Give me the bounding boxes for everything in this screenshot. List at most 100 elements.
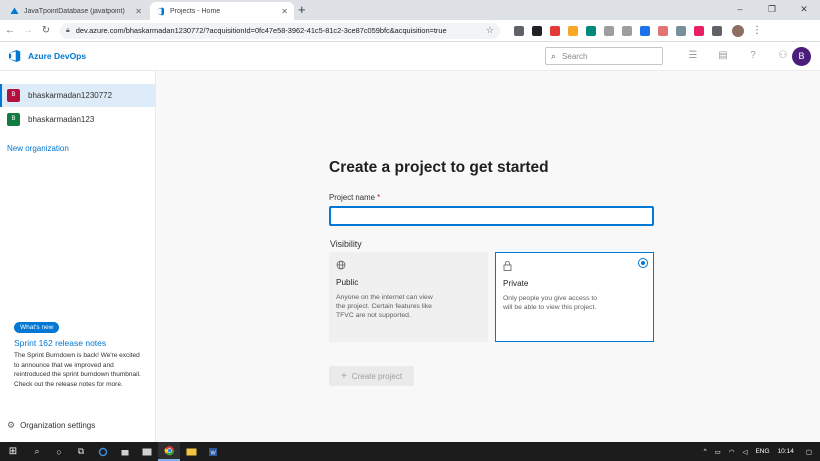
project-name-label: Project name * [329, 193, 380, 202]
ado-header: Azure DevOps ⌕ Search ☰ ▤ ? ⚇ B [0, 42, 820, 71]
network-icon[interactable]: ▭ [715, 448, 721, 456]
whats-new-badge: What's new [14, 322, 60, 333]
user-avatar[interactable]: B [792, 47, 811, 66]
create-project-button[interactable]: + Create project [329, 366, 414, 386]
extension-icons [514, 25, 730, 36]
azure-devops-logo-icon[interactable] [8, 50, 22, 62]
store-icon[interactable] [114, 442, 136, 461]
language-indicator[interactable]: ENG [755, 448, 769, 455]
svg-text:W: W [211, 450, 217, 456]
organization-settings-label: Organization settings [20, 421, 96, 430]
header-icons: ☰ ▤ ? ⚇ [678, 50, 798, 61]
page-title: Create a project to get started [329, 159, 549, 176]
main-content: Create a project to get started Project … [157, 71, 820, 442]
search-icon: ⌕ [551, 50, 557, 61]
search-input[interactable]: ⌕ Search [545, 47, 663, 65]
browser-extension-icon[interactable] [532, 25, 542, 36]
browser-profile-avatar[interactable] [732, 24, 744, 37]
windows-start-icon[interactable]: ⊞ [0, 446, 26, 457]
browser-extension-icon[interactable] [622, 25, 632, 36]
browser-extension-icon[interactable] [604, 25, 614, 36]
visibility-label: Visibility [330, 239, 362, 249]
new-organization-link[interactable]: New organization [7, 144, 69, 153]
sidebar-item-org-2[interactable]: B bhaskarmadan123 [0, 108, 156, 131]
visibility-option-private[interactable]: Private Only people you give access to w… [495, 252, 654, 342]
browser-extension-icon[interactable] [550, 25, 560, 36]
tab-close-icon[interactable]: ✕ [135, 7, 142, 16]
tray-chevron-icon[interactable]: ^ [704, 448, 707, 455]
bookmark-star-icon[interactable]: ☆ [486, 25, 494, 36]
required-mark: * [377, 193, 381, 202]
browser-extension-icon[interactable] [676, 25, 686, 36]
list-icon[interactable]: ☰ [678, 50, 708, 61]
sidebar: B bhaskarmadan1230772 B bhaskarmadan123 … [0, 71, 156, 442]
restore-icon[interactable]: ❐ [756, 0, 788, 20]
bag-icon[interactable]: ▤ [708, 50, 738, 61]
globe-icon [336, 260, 481, 272]
back-arrow-icon[interactable]: ← [2, 25, 18, 36]
azure-devops-favicon-icon [157, 7, 164, 15]
lock-icon: 🔒︎ [66, 26, 70, 34]
plus-icon: + [340, 370, 347, 382]
wifi-icon[interactable]: ◠ [729, 448, 735, 456]
volume-icon[interactable]: ◁ [742, 448, 747, 456]
release-notes-text: The Sprint Burndown is back! We're excit… [14, 352, 141, 388]
url-text: dev.azure.com/bhaskarmadan1230772/?acqui… [75, 26, 447, 35]
org-badge: B [7, 89, 20, 102]
browser-tab-projects-home[interactable]: Projects - Home ✕ [150, 2, 294, 20]
search-placeholder: Search [562, 51, 588, 61]
file-explorer-icon[interactable] [180, 442, 202, 461]
browser-extension-icon[interactable] [514, 25, 524, 36]
search-icon[interactable]: ⌕ [26, 446, 48, 457]
windows-taskbar: ⊞ ⌕ ○ ⧉ W ^ ▭ ◠ ◁ ENG 10:14 ▢ [0, 442, 820, 461]
clock-time[interactable]: 10:14 [778, 448, 794, 455]
azure-devops-favicon-icon [10, 7, 19, 14]
window-controls: – ❐ ✕ [724, 0, 820, 20]
help-icon[interactable]: ? [738, 50, 768, 61]
task-view-icon[interactable]: ⧉ [70, 446, 92, 457]
tab-close-icon[interactable]: ✕ [281, 7, 288, 16]
browser-extension-icon[interactable] [568, 25, 578, 36]
project-name-label-text: Project name [329, 193, 375, 202]
radio-selected-icon[interactable] [638, 258, 648, 268]
visibility-option-public[interactable]: Public Anyone on the internet can view t… [329, 252, 488, 342]
cortana-icon[interactable]: ○ [48, 447, 70, 457]
system-tray: ^ ▭ ◠ ◁ ENG 10:14 ▢ [704, 442, 820, 461]
browser-tab-javatpoint[interactable]: JavaTpointDatabase (javatpoint) ✕ [4, 2, 148, 20]
notifications-icon[interactable]: ▢ [806, 448, 812, 456]
tab-title: JavaTpointDatabase (javatpoint) [24, 7, 125, 15]
chrome-icon[interactable] [158, 442, 180, 461]
release-notes-link[interactable]: Sprint 162 release notes [14, 338, 106, 348]
address-bar[interactable]: 🔒︎ dev.azure.com/bhaskarmadan1230772/?ac… [60, 22, 500, 39]
reload-icon[interactable]: ↻ [38, 25, 54, 36]
browser-toolbar: ← → ↻ 🔒︎ dev.azure.com/bhaskarmadan12307… [0, 20, 820, 42]
browser-tab-strip: JavaTpointDatabase (javatpoint) ✕ Projec… [0, 0, 820, 20]
visibility-private-title: Private [503, 279, 529, 288]
visibility-public-title: Public [336, 278, 359, 287]
lock-icon [503, 261, 646, 273]
minimize-icon[interactable]: – [724, 0, 756, 20]
mail-icon[interactable] [136, 442, 158, 461]
org-badge: B [7, 113, 20, 126]
browser-extension-icon[interactable] [712, 25, 722, 36]
gear-icon: ⚙ [7, 420, 16, 430]
browser-extension-icon[interactable] [694, 25, 704, 36]
create-project-label: Create project [351, 371, 403, 381]
browser-menu-icon[interactable]: ⋮ [752, 25, 762, 36]
sidebar-item-org-1[interactable]: B bhaskarmadan1230772 [0, 84, 156, 107]
edge-icon[interactable] [92, 442, 114, 461]
brand-name[interactable]: Azure DevOps [28, 51, 86, 61]
close-window-icon[interactable]: ✕ [788, 0, 820, 20]
visibility-public-description: Anyone on the internet can view the proj… [336, 294, 433, 320]
organization-settings-button[interactable]: ⚙ Organization settings [7, 420, 95, 431]
org-name: bhaskarmadan1230772 [28, 91, 113, 100]
org-name: bhaskarmadan123 [28, 115, 95, 124]
browser-extension-icon[interactable] [586, 25, 596, 36]
forward-arrow-icon[interactable]: → [20, 25, 36, 36]
browser-extension-icon[interactable] [640, 25, 650, 36]
visibility-private-description: Only people you give access to will be a… [503, 295, 598, 312]
word-icon[interactable]: W [202, 442, 224, 461]
project-name-input[interactable] [329, 206, 654, 226]
new-tab-button[interactable]: + [298, 3, 306, 17]
browser-extension-icon[interactable] [658, 25, 668, 36]
